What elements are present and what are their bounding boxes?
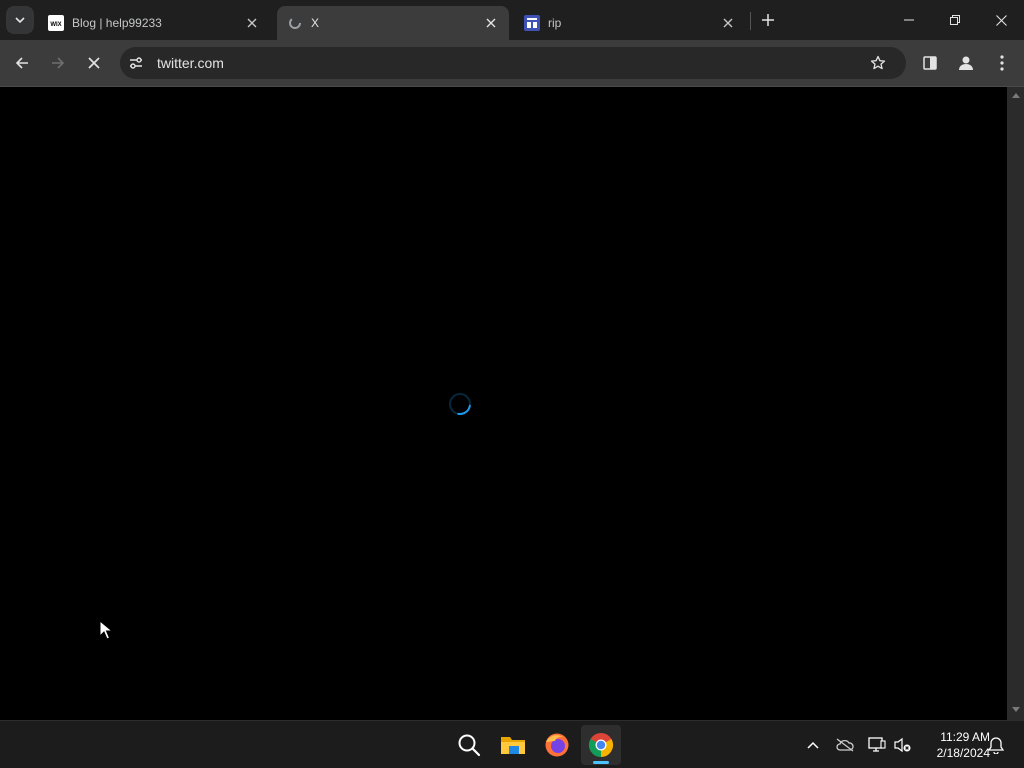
scroll-up-icon[interactable] <box>1011 91 1020 100</box>
taskbar-search-button[interactable] <box>449 725 489 765</box>
clock-date: 2/18/2024 <box>936 746 990 760</box>
close-icon <box>88 57 100 69</box>
account-icon <box>959 56 973 70</box>
tab-title: Blog | help99233 <box>72 16 162 30</box>
minimize-button[interactable] <box>886 0 932 40</box>
url-text[interactable]: twitter.com <box>157 55 224 71</box>
vertical-scrollbar[interactable] <box>1007 87 1024 720</box>
tab-strip: WIX Blog | help99233 X rip <box>0 0 1024 40</box>
tab-blog[interactable]: WIX Blog | help99233 <box>38 6 270 40</box>
close-icon[interactable] <box>483 15 499 31</box>
restore-button[interactable] <box>932 0 978 40</box>
star-icon <box>870 55 886 70</box>
arrow-right-icon <box>52 57 65 69</box>
site-icon <box>524 15 540 31</box>
file-explorer-icon <box>501 737 525 754</box>
search-icon <box>458 734 481 757</box>
side-panel-icon <box>923 56 937 70</box>
svg-text:WIX: WIX <box>50 22 61 28</box>
chevron-up-icon <box>807 741 819 749</box>
taskbar-chrome[interactable] <box>581 725 621 765</box>
taskbar: 11:29 AM 2/18/2024 <box>0 720 1024 768</box>
address-bar[interactable]: twitter.com <box>120 47 906 79</box>
onedrive-tray[interactable] <box>833 733 857 757</box>
show-hidden-icons-button[interactable] <box>801 733 825 757</box>
chrome-icon <box>588 733 614 757</box>
stop-loading-button[interactable] <box>78 47 110 79</box>
site-info-button[interactable] <box>124 51 148 75</box>
scroll-down-icon[interactable] <box>1011 705 1020 714</box>
clock-time: 11:29 AM <box>940 730 990 744</box>
menu-button[interactable] <box>986 47 1018 79</box>
minimize-icon <box>904 19 914 21</box>
close-icon[interactable] <box>720 15 736 31</box>
arrow-left-icon <box>15 57 28 69</box>
plus-icon <box>762 14 774 26</box>
side-panel-button[interactable] <box>914 47 946 79</box>
chevron-down-icon <box>15 17 25 23</box>
tab-search-button[interactable] <box>6 6 34 34</box>
tab-divider <box>750 12 751 30</box>
new-tab-button[interactable] <box>756 8 780 32</box>
tune-icon <box>130 57 142 69</box>
close-icon <box>995 14 1007 26</box>
taskbar-file-explorer[interactable] <box>493 725 533 765</box>
close-icon[interactable] <box>244 15 260 31</box>
system-clock[interactable]: 11:29 AM 2/18/2024 <box>918 729 990 761</box>
tab-x[interactable]: X <box>277 6 509 40</box>
mouse-cursor-icon <box>99 620 113 640</box>
loading-spinner-icon <box>449 393 471 415</box>
back-button[interactable] <box>6 47 38 79</box>
network-icon <box>868 737 886 752</box>
more-vert-icon <box>1000 55 1004 71</box>
bookmark-button[interactable] <box>866 51 890 75</box>
loading-icon <box>287 15 303 31</box>
volume-muted-icon <box>894 737 911 753</box>
wix-icon: WIX <box>48 15 64 31</box>
page-content <box>0 87 1007 720</box>
notifications-button[interactable] <box>984 733 1008 757</box>
browser-toolbar: twitter.com <box>0 40 1024 86</box>
volume-tray[interactable] <box>890 733 914 757</box>
bell-icon <box>988 737 1004 754</box>
cloud-off-icon <box>836 738 854 752</box>
tab-title: X <box>311 16 320 30</box>
firefox-icon <box>545 733 569 757</box>
forward-button[interactable] <box>42 47 74 79</box>
profile-button[interactable] <box>950 47 982 79</box>
active-app-indicator <box>593 761 609 764</box>
network-tray[interactable] <box>865 733 889 757</box>
taskbar-firefox[interactable] <box>537 725 577 765</box>
tab-title: rip <box>548 16 562 30</box>
close-window-button[interactable] <box>978 0 1024 40</box>
tab-rip[interactable]: rip <box>514 6 746 40</box>
restore-icon <box>950 15 960 25</box>
